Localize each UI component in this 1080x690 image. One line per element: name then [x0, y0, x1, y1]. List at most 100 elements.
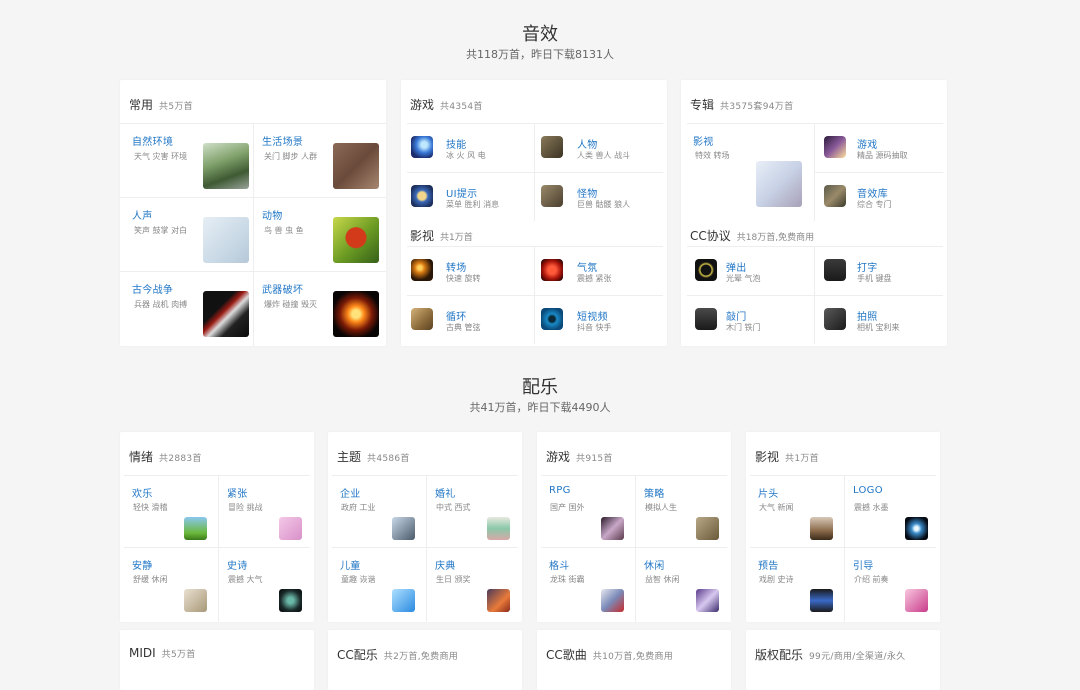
music-item[interactable]: LOGO 震撼 水墨	[844, 475, 936, 547]
music-item[interactable]: 片头 大气 新闻	[750, 475, 844, 547]
music-thumbnail[interactable]	[392, 589, 415, 612]
film-album-thumbnail[interactable]	[756, 161, 802, 207]
music-item[interactable]: 儿童 童趣 诙谐	[332, 547, 426, 622]
cat-monster[interactable]: 怪物 巨兽 骷髅 狼人	[534, 172, 663, 221]
music-thumbnail[interactable]	[810, 517, 833, 540]
cat-title[interactable]: 游戏	[857, 136, 878, 151]
cat-title[interactable]: 庆典	[435, 557, 456, 572]
music-thumbnail[interactable]	[184, 517, 207, 540]
cat-title[interactable]: 弹出	[726, 259, 747, 274]
music-thumbnail[interactable]	[810, 589, 833, 612]
music-item[interactable]: 格斗 龙珠 街霸	[541, 547, 635, 622]
cat-ui[interactable]: UI提示 菜单 胜利 消息	[407, 172, 534, 221]
music-item[interactable]: 策略 模拟人生	[635, 475, 727, 547]
music-item[interactable]: 紧张 冒险 挑战	[218, 475, 310, 547]
music-thumbnail[interactable]	[392, 517, 415, 540]
cat-title[interactable]: 气氛	[577, 259, 598, 274]
cat-title[interactable]: 动物	[262, 207, 283, 222]
cat-title[interactable]: 人声	[132, 207, 153, 222]
cat-title[interactable]: 预告	[758, 557, 779, 572]
cat-title[interactable]: 打字	[857, 259, 878, 274]
cat-title[interactable]: 安静	[132, 557, 153, 572]
music-item[interactable]: 安静 舒缓 休闲	[124, 547, 218, 622]
bottom-card-header[interactable]: MIDI 共5万首	[129, 646, 196, 660]
cat-title[interactable]: UI提示	[446, 185, 477, 200]
cat-life[interactable]: 生活场景 关门 脚步 人群	[253, 123, 386, 197]
voice-thumbnail[interactable]	[203, 217, 249, 263]
music-thumbnail[interactable]	[184, 589, 207, 612]
cat-title[interactable]: 欢乐	[132, 485, 153, 500]
cat-transition[interactable]: 转场 快速 旋转	[407, 246, 534, 295]
explosion-thumbnail[interactable]	[333, 291, 379, 337]
cat-title[interactable]: 敲门	[726, 308, 747, 323]
cat-title[interactable]: 婚礼	[435, 485, 456, 500]
music-thumbnail[interactable]	[696, 517, 719, 540]
music-item[interactable]: 引导 介绍 前奏	[844, 547, 936, 622]
music-thumbnail[interactable]	[696, 589, 719, 612]
cat-title[interactable]: 引导	[853, 557, 874, 572]
bottom-card-cc-song[interactable]: CC歌曲 共10万首,免费商用	[537, 630, 731, 690]
cc-typing[interactable]: 打字 手机 键盘	[814, 246, 943, 295]
bottom-card-cc-music[interactable]: CC配乐 共2万首,免费商用	[328, 630, 522, 690]
cat-atmosphere[interactable]: 气氛 震撼 紧张	[534, 246, 663, 295]
cat-skill[interactable]: 技能 冰 火 风 电	[407, 123, 534, 172]
cat-title[interactable]: 古今战争	[132, 281, 173, 296]
cat-title[interactable]: LOGO	[853, 485, 883, 496]
cat-war[interactable]: 古今战争 兵器 战机 肉搏	[120, 271, 253, 346]
music-thumbnail[interactable]	[905, 589, 928, 612]
music-thumbnail[interactable]	[905, 517, 928, 540]
nature-thumbnail[interactable]	[203, 143, 249, 189]
cat-title[interactable]: 人物	[577, 136, 598, 151]
music-thumbnail[interactable]	[601, 589, 624, 612]
cat-title[interactable]: 自然环境	[132, 133, 173, 148]
bottom-card-midi[interactable]: MIDI 共5万首	[120, 630, 314, 690]
album-library[interactable]: 音效库 综合 专门	[814, 172, 943, 221]
music-card-header[interactable]: 游戏 共915首	[546, 448, 613, 465]
cat-weapon[interactable]: 武器破坏 爆炸 碰撞 毁灭	[253, 271, 386, 346]
album-game[interactable]: 游戏 精品 源码抽取	[814, 123, 943, 172]
cat-title[interactable]: 拍照	[857, 308, 878, 323]
bottom-card-header[interactable]: CC歌曲 共10万首,免费商用	[546, 646, 673, 663]
cat-title[interactable]: 休闲	[644, 557, 665, 572]
music-thumbnail[interactable]	[487, 589, 510, 612]
cat-title[interactable]: 转场	[446, 259, 467, 274]
cat-title[interactable]: 短视频	[577, 308, 608, 323]
music-item[interactable]: 预告 戏剧 史诗	[750, 547, 844, 622]
cc-popup[interactable]: 弹出 光晕 气泡	[687, 246, 814, 295]
cat-title[interactable]: 紧张	[227, 485, 248, 500]
music-card-header[interactable]: 情绪 共2883首	[129, 448, 202, 465]
music-item[interactable]: 欢乐 轻快 滑稽	[124, 475, 218, 547]
youxi-header[interactable]: 游戏 共4354首	[410, 96, 483, 113]
music-thumbnail[interactable]	[487, 517, 510, 540]
cat-title[interactable]: 技能	[446, 136, 467, 151]
cat-title[interactable]: RPG	[549, 485, 571, 496]
music-item[interactable]: 休闲 益智 休闲	[635, 547, 727, 622]
cat-title[interactable]: 生活场景	[262, 133, 303, 148]
bottom-card-header[interactable]: 版权配乐 99元/商用/全渠道/永久	[755, 646, 905, 663]
album-film[interactable]: 影视 特效 转场	[687, 123, 814, 221]
cat-title[interactable]: 片头	[758, 485, 779, 500]
music-card-header[interactable]: 影视 共1万首	[755, 448, 819, 465]
cat-title[interactable]: 循环	[446, 308, 467, 323]
music-item[interactable]: 企业 政府 工业	[332, 475, 426, 547]
zhuanji-header[interactable]: 专辑 共3575套94万首	[690, 96, 793, 113]
footsteps-thumbnail[interactable]	[333, 143, 379, 189]
cat-nature[interactable]: 自然环境 天气 灾害 环境	[120, 123, 253, 197]
cat-title[interactable]: 儿童	[340, 557, 361, 572]
music-card-header[interactable]: 主题 共4586首	[337, 448, 410, 465]
music-item[interactable]: 婚礼 中式 西式	[426, 475, 518, 547]
sword-thumbnail[interactable]	[203, 291, 249, 337]
music-thumbnail[interactable]	[279, 517, 302, 540]
cat-title[interactable]: 音效库	[857, 185, 888, 200]
changyong-header[interactable]: 常用 共5万首	[129, 96, 193, 113]
cat-title[interactable]: 武器破坏	[262, 281, 303, 296]
cat-title[interactable]: 怪物	[577, 185, 598, 200]
cc-knock[interactable]: 敲门 木门 铁门	[687, 295, 814, 344]
music-item[interactable]: 史诗 震撼 大气	[218, 547, 310, 622]
music-item[interactable]: RPG 国产 国外	[541, 475, 635, 547]
cat-title[interactable]: 史诗	[227, 557, 248, 572]
yingshi-header[interactable]: 影视 共1万首	[410, 227, 473, 244]
cat-loop[interactable]: 循环 古典 管弦	[407, 295, 534, 344]
cc-header[interactable]: CC协议 共18万首,免费商用	[690, 227, 814, 244]
cc-photo[interactable]: 拍照 相机 宝利来	[814, 295, 943, 344]
